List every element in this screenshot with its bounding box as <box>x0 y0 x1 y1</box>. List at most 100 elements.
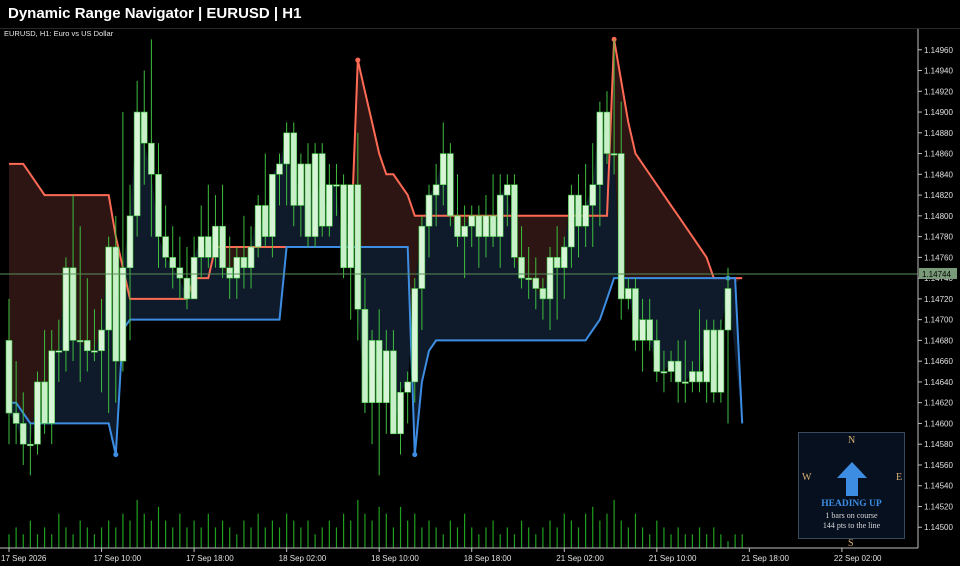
candle-body <box>119 267 127 362</box>
y-tick-label: 1.14660 <box>924 357 953 366</box>
compass-north: N <box>848 435 856 446</box>
candle-body <box>297 163 305 206</box>
candle-body <box>247 246 255 269</box>
y-tick-label: 1.14700 <box>924 316 953 325</box>
candle-body <box>681 381 689 384</box>
y-tick-label: 1.14840 <box>924 170 953 179</box>
candle-body <box>183 277 191 300</box>
candle-body <box>439 153 447 185</box>
candle-body <box>660 371 668 374</box>
y-tick-label: 1.14940 <box>924 67 953 76</box>
candle-body <box>546 257 554 300</box>
candle-body <box>197 236 205 258</box>
candle-body <box>603 111 611 154</box>
candle-body <box>19 423 27 445</box>
candle-body <box>205 236 212 258</box>
y-tick-label: 1.14900 <box>924 108 953 117</box>
candle-body <box>226 267 233 279</box>
candle-body <box>361 308 369 403</box>
candle-body <box>504 184 511 196</box>
y-tick-label: 1.14540 <box>924 482 953 491</box>
candle-body <box>12 412 20 424</box>
candle-body <box>653 340 661 372</box>
candle-body <box>539 288 547 300</box>
candle-body <box>48 350 56 424</box>
candle-body <box>625 288 632 300</box>
window-title: Dynamic Range Navigator | EURUSD | H1 <box>8 5 302 22</box>
candle-body <box>84 340 91 352</box>
candle-body <box>532 277 540 289</box>
points-to-line: 144 pts to the line <box>822 521 881 530</box>
y-tick-label: 1.14800 <box>924 212 953 221</box>
candle-body <box>710 329 718 393</box>
candle-body <box>354 184 362 310</box>
candle-body <box>269 174 276 237</box>
y-tick-label: 1.14620 <box>924 399 953 408</box>
candle-body <box>468 215 476 227</box>
candle-body <box>276 163 283 175</box>
candle-body <box>667 360 675 372</box>
candle-body <box>41 381 48 424</box>
x-tick-label: 17 Sep 10:00 <box>94 554 142 563</box>
candle-body <box>589 184 597 206</box>
candle-body <box>5 340 13 414</box>
candle-body <box>133 111 141 217</box>
candle-body <box>724 288 732 331</box>
candle-body <box>646 319 653 341</box>
y-tick-label: 1.14960 <box>924 46 953 55</box>
x-tick-label: 17 Sep 2026 <box>1 554 47 563</box>
y-tick-label: 1.14760 <box>924 253 953 262</box>
candle-body <box>475 215 483 237</box>
candle-body <box>27 443 34 447</box>
y-tick-label: 1.14680 <box>924 336 953 345</box>
candle-body <box>617 153 625 300</box>
candle-body <box>461 225 468 237</box>
candle-body <box>525 277 532 280</box>
candle-body <box>169 257 177 269</box>
candle-body <box>696 371 703 383</box>
candle-body <box>69 267 77 341</box>
y-tick-label: 1.14580 <box>924 440 953 449</box>
candle-body <box>454 215 461 237</box>
candle-body <box>375 340 383 403</box>
x-tick-label: 21 Sep 18:00 <box>741 554 789 563</box>
candle-body <box>674 360 682 383</box>
candle-body <box>98 329 105 352</box>
x-tick-label: 18 Sep 02:00 <box>279 554 327 563</box>
candle-body <box>447 153 454 217</box>
compass-east: E <box>896 472 903 483</box>
x-tick-label: 18 Sep 10:00 <box>371 554 419 563</box>
candle-body <box>155 174 162 237</box>
compass-south: S <box>848 538 854 549</box>
candle-body <box>240 257 248 269</box>
candle-body <box>326 184 333 227</box>
candle-body <box>304 163 312 237</box>
candle-body <box>632 288 639 341</box>
candle-body <box>382 350 390 403</box>
y-tick-label: 1.14880 <box>924 129 953 138</box>
y-tick-label: 1.14780 <box>924 233 953 242</box>
lower-band-marker <box>412 452 418 458</box>
candle-body <box>575 194 582 227</box>
x-tick-label: 21 Sep 02:00 <box>556 554 604 563</box>
candle-body <box>212 225 219 258</box>
candle-body <box>261 205 269 237</box>
candle-body <box>425 194 433 227</box>
candle-body <box>368 340 376 403</box>
candle-body <box>162 236 169 258</box>
compass-west: W <box>802 472 812 483</box>
candle-body <box>283 132 290 165</box>
bars-on-course: 1 bars on course <box>825 511 878 520</box>
candle-body <box>511 184 518 258</box>
symbol-label: EURUSD, H1: Euro vs US Dollar <box>4 29 114 38</box>
candle-body <box>340 184 347 269</box>
y-tick-label: 1.14520 <box>924 502 953 511</box>
candle-body <box>190 257 198 300</box>
candle-body <box>290 132 298 206</box>
candle-body <box>34 381 41 445</box>
candle-body <box>311 153 319 237</box>
candle-body <box>140 111 148 144</box>
candle-body <box>126 215 134 269</box>
candle-body <box>489 215 497 237</box>
candle-body <box>404 381 411 393</box>
